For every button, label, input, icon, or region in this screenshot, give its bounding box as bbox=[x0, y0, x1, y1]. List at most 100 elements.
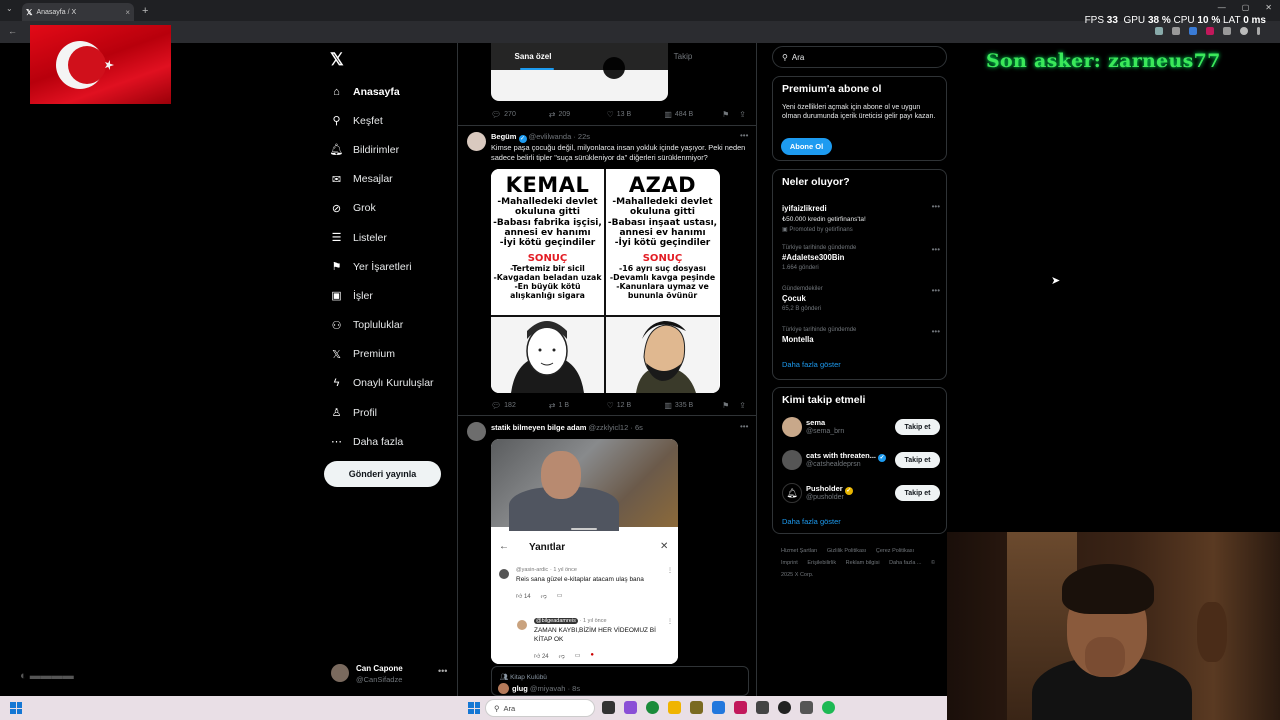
follow-button[interactable]: Takip et bbox=[895, 452, 940, 468]
app-icon[interactable] bbox=[778, 701, 791, 714]
follow-button[interactable]: Takip et bbox=[895, 485, 940, 501]
folder-icon[interactable] bbox=[668, 701, 681, 714]
nav-item-communities[interactable]: ⚇ Topluluklar bbox=[330, 311, 445, 340]
profile-icon[interactable] bbox=[1240, 27, 1248, 35]
extension-icon[interactable] bbox=[1206, 27, 1214, 35]
nav-item-lists[interactable]: ☰ Listeler bbox=[330, 223, 445, 252]
more-dots-icon[interactable]: ••• bbox=[932, 286, 940, 295]
author-handle[interactable]: @zzklyicl12 bbox=[589, 423, 629, 432]
reply-icon[interactable]: ▭ bbox=[575, 652, 581, 660]
share-icon[interactable]: ⇪ bbox=[739, 110, 746, 119]
nav-item-profile[interactable]: ♙ Profil bbox=[330, 398, 445, 427]
taskbar-search-input[interactable]: Ara bbox=[504, 704, 516, 713]
author-handle[interactable]: @evlilwanda bbox=[529, 132, 572, 141]
bookmark-icon[interactable]: ⚑ bbox=[722, 110, 729, 119]
like-icon[interactable]: 👍︎ 24 bbox=[534, 652, 549, 660]
subscribe-button[interactable]: Abone Ol bbox=[781, 138, 832, 155]
more-dots-icon[interactable]: ••• bbox=[932, 202, 940, 211]
tab-list-icon[interactable]: ⌄ bbox=[6, 4, 13, 13]
close-icon[interactable]: ✕ bbox=[660, 541, 668, 552]
more-dots-icon[interactable]: ••• bbox=[740, 422, 748, 431]
author-name[interactable]: glug bbox=[512, 684, 528, 693]
suggested-user[interactable]: 🔔︎ Pusholder ✓ @pusholder Takip et bbox=[782, 483, 940, 505]
more-dots-icon[interactable]: ••• bbox=[932, 245, 940, 254]
start-icon[interactable] bbox=[468, 702, 480, 714]
bookmark-icon[interactable]: ⚑ bbox=[722, 401, 729, 410]
author-name[interactable]: statik bilmeyen bilge adam bbox=[491, 423, 586, 432]
x-logo-icon[interactable]: 𝕏 bbox=[330, 50, 344, 70]
tweet-meme-image[interactable]: KEMAL -Mahalledeki devlet okuluna gitti … bbox=[491, 169, 720, 393]
app-icon[interactable] bbox=[602, 701, 615, 714]
minimize-icon[interactable]: — bbox=[1218, 3, 1226, 12]
account-switcher[interactable]: Can Capone @CanSifadze ••• bbox=[331, 663, 451, 687]
more-vert-icon[interactable]: ⋮ bbox=[667, 618, 673, 625]
trend-item[interactable]: Gündemdekiler Çocuk 65,2 B gönderi ••• bbox=[782, 286, 940, 312]
reply-button[interactable]: 💬︎ 270 bbox=[491, 110, 549, 119]
more-dots-icon[interactable]: ••• bbox=[740, 131, 748, 140]
dislike-icon[interactable]: 👎︎ bbox=[559, 652, 565, 660]
taskbar-search[interactable]: ⚲ Ara bbox=[485, 699, 595, 717]
tweet-video[interactable]: ← Yanıtlar ✕ @yasin-ardic · 1 yıl önce R… bbox=[491, 439, 678, 664]
nav-item-notifications[interactable]: 🔔︎ Bildirimler bbox=[330, 135, 445, 164]
show-more-link[interactable]: Daha fazla göster bbox=[782, 360, 841, 369]
app-icon[interactable] bbox=[800, 701, 813, 714]
more-dots-icon[interactable]: ••• bbox=[932, 327, 940, 336]
trend-item[interactable]: iyifaizlikredi ₺50.000 kredin getirfinan… bbox=[782, 202, 940, 233]
tab-for-you[interactable]: Sana özel bbox=[458, 43, 608, 70]
suggested-user[interactable]: cats with threaten... ✓ @catshealdeprsn … bbox=[782, 450, 940, 472]
author-handle[interactable]: @miyavah bbox=[530, 684, 566, 693]
star-icon[interactable] bbox=[1172, 27, 1180, 35]
tweet-preview[interactable]: 👥︎ Kitap Kulübü glug @miyavah · 8s bbox=[491, 666, 749, 696]
views-button[interactable]: ▥ 484 B bbox=[664, 110, 722, 119]
new-tab-button[interactable]: + bbox=[142, 5, 148, 17]
share-icon[interactable]: ⇪ bbox=[739, 401, 746, 410]
views-button[interactable]: ▥ 335 B bbox=[664, 401, 722, 410]
puzzle-icon[interactable] bbox=[1223, 27, 1231, 35]
app-icon[interactable] bbox=[712, 701, 725, 714]
nav-item-jobs[interactable]: ▣ İşler bbox=[330, 281, 445, 310]
author-name[interactable]: Begüm bbox=[491, 132, 516, 141]
like-icon[interactable]: 👍︎ 14 bbox=[516, 592, 531, 600]
menu-dots-icon[interactable] bbox=[1257, 27, 1260, 35]
suggested-user[interactable]: sema @sema_brn Takip et bbox=[782, 417, 940, 439]
tab-close-icon[interactable]: × bbox=[125, 8, 130, 17]
trend-item[interactable]: Türkiye tarihinde gündemde Montella ••• bbox=[782, 327, 940, 344]
more-dots-icon[interactable]: ••• bbox=[438, 666, 447, 676]
nav-item-premium[interactable]: 𝕏 Premium bbox=[330, 340, 445, 369]
more-vert-icon[interactable]: ⋮ bbox=[667, 567, 673, 574]
widgets-icon[interactable] bbox=[10, 702, 22, 714]
nav-item-explore[interactable]: ⚲ Keşfet bbox=[330, 106, 445, 135]
repost-button[interactable]: ⇄ 209 bbox=[549, 110, 607, 119]
post-button[interactable]: Gönderi yayınla bbox=[324, 461, 441, 487]
like-button[interactable]: ♡ 13 B bbox=[607, 110, 665, 119]
follow-button[interactable]: Takip et bbox=[895, 419, 940, 435]
footer-link[interactable]: Hizmet Şartları bbox=[781, 548, 817, 554]
nav-item-more[interactable]: ⋯ Daha fazla bbox=[330, 427, 445, 456]
show-more-link[interactable]: Daha fazla göster bbox=[782, 517, 841, 526]
nav-item-grok[interactable]: ⊘ Grok bbox=[330, 194, 445, 223]
browser-tab[interactable]: 𝕏 Anasayfa / X × bbox=[22, 3, 134, 21]
app-icon[interactable] bbox=[734, 701, 747, 714]
browser-icon[interactable] bbox=[646, 701, 659, 714]
repost-button[interactable]: ⇄ 1 B bbox=[549, 401, 607, 410]
footer-link[interactable]: Çerez Politikası bbox=[876, 548, 914, 554]
nav-item-messages[interactable]: ✉ Mesajlar bbox=[330, 165, 445, 194]
extension-icon[interactable] bbox=[1189, 27, 1197, 35]
avatar[interactable] bbox=[467, 422, 486, 441]
search-box[interactable]: ⚲ Ara bbox=[772, 46, 947, 68]
back-arrow-icon[interactable]: ← bbox=[8, 26, 17, 36]
back-arrow-icon[interactable]: ← bbox=[499, 541, 509, 552]
spotify-icon[interactable] bbox=[822, 701, 835, 714]
tab-following[interactable]: Takip bbox=[608, 43, 756, 70]
search-input[interactable]: Ara bbox=[792, 53, 804, 62]
footer-link[interactable]: Reklam bilgisi bbox=[846, 560, 880, 566]
app-icon[interactable] bbox=[756, 701, 769, 714]
maximize-icon[interactable]: ▢ bbox=[1242, 3, 1250, 12]
extension-icon[interactable] bbox=[1155, 27, 1163, 35]
nav-item-bookmarks[interactable]: ⚑ Yer İşaretleri bbox=[330, 252, 445, 281]
footer-link[interactable]: Erişilebilirlik bbox=[807, 560, 836, 566]
reply-icon[interactable]: ▭ bbox=[557, 592, 563, 600]
close-window-icon[interactable]: ✕ bbox=[1265, 3, 1272, 12]
footer-link[interactable]: Daha fazla ... bbox=[889, 560, 921, 566]
trend-item[interactable]: Türkiye tarihinde gündemde #Adaletse300B… bbox=[782, 245, 940, 271]
